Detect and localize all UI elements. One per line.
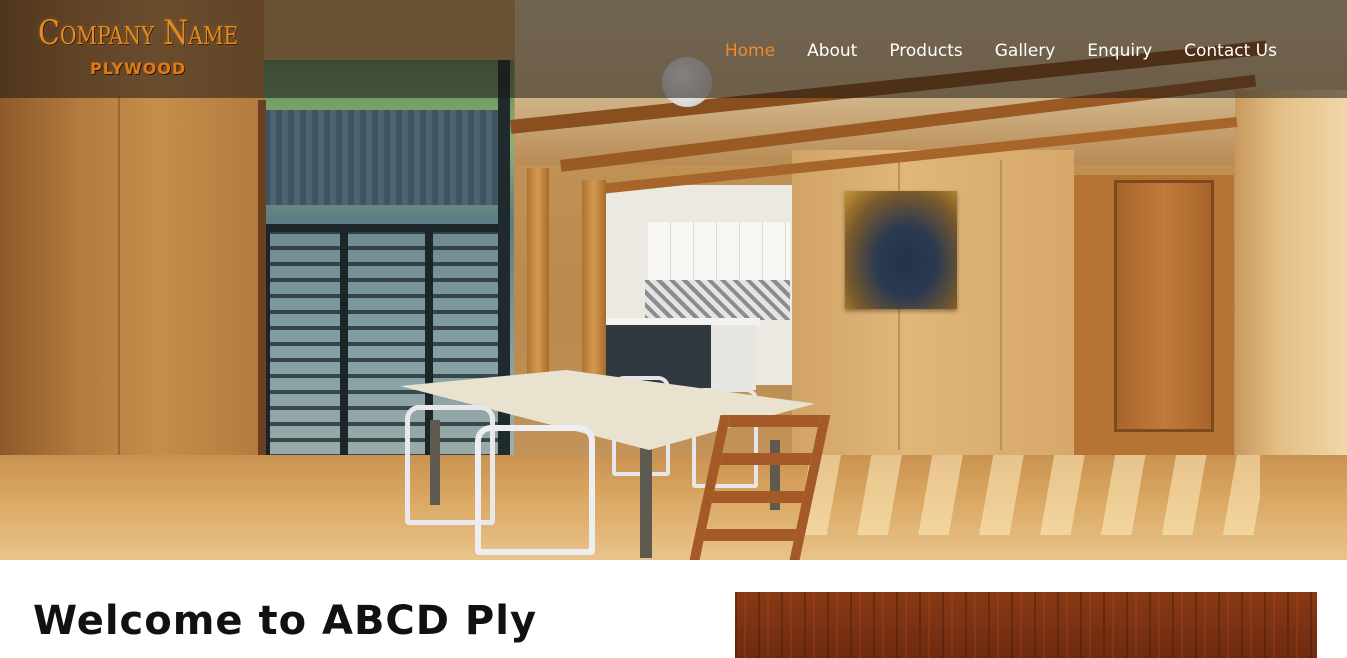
kitchen-cabinets — [648, 222, 790, 280]
sunlight — [780, 455, 1260, 535]
wall-seam — [1000, 160, 1002, 450]
kitchen-island-end — [711, 325, 756, 390]
wall-edge — [258, 100, 266, 500]
wood-texture-image — [735, 592, 1317, 658]
window-frame — [498, 60, 510, 480]
company-logo[interactable]: Company Name PLYWOOD — [38, 14, 258, 84]
table-leg — [640, 448, 652, 558]
kitchen-backsplash — [645, 280, 790, 320]
logo-tagline: PLYWOOD — [90, 59, 187, 78]
nav-home[interactable]: Home — [709, 38, 791, 64]
timber-post — [527, 168, 549, 378]
timber-post — [582, 180, 606, 380]
hero-banner: Company Name PLYWOOD Home About Products… — [0, 0, 1347, 560]
door-mullion — [340, 228, 348, 473]
nav-gallery[interactable]: Gallery — [979, 38, 1072, 64]
chair — [475, 425, 595, 555]
nav-about[interactable]: About — [791, 38, 873, 64]
door-frame — [262, 224, 510, 232]
balcony — [264, 110, 500, 205]
nav-products[interactable]: Products — [873, 38, 978, 64]
top-navbar: Company Name PLYWOOD Home About Products… — [0, 0, 1347, 98]
wall-painting — [845, 191, 957, 309]
main-nav: Home About Products Gallery Enquiry Cont… — [709, 38, 1293, 64]
welcome-heading: Welcome to ABCD Ply — [33, 598, 538, 644]
nav-enquiry[interactable]: Enquiry — [1071, 38, 1168, 64]
logo-company-name: Company Name — [38, 13, 239, 53]
hallway-door — [1114, 180, 1214, 432]
nav-contact-us[interactable]: Contact Us — [1168, 38, 1293, 64]
